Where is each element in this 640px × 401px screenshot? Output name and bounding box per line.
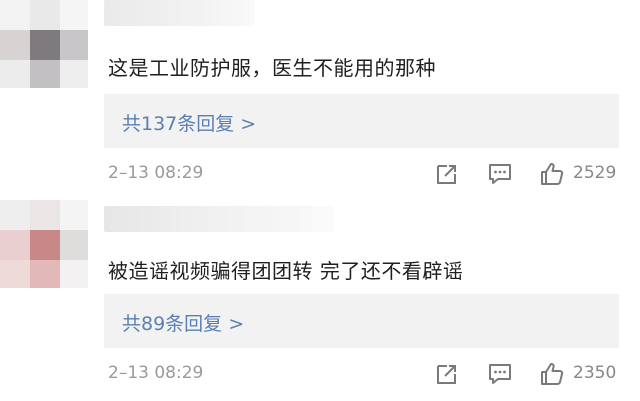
comment-text: 被造谣视频骗得团团转 完了还不看辟谣 [108, 259, 464, 283]
timestamp: 2–13 08:29 [108, 163, 204, 183]
like-count: 2350 [573, 363, 617, 383]
replies-panel[interactable]: 共89条回复 > [104, 294, 619, 348]
thumbs-up-icon[interactable] [539, 161, 565, 187]
view-replies-link[interactable]: 共89条回复 > [122, 309, 244, 336]
comment-item: 被造谣视频骗得团团转 完了还不看辟谣 共89条回复 > 2–13 08:29 2… [0, 200, 640, 400]
share-icon[interactable] [434, 361, 460, 387]
share-icon[interactable] [434, 161, 460, 187]
avatar[interactable] [0, 200, 88, 288]
comment-meta: 2–13 08:29 2529 [0, 155, 640, 195]
thumbs-up-icon[interactable] [539, 361, 565, 387]
username-blurred[interactable] [104, 206, 334, 232]
comment-text: 这是工业防护服，医生不能用的那种 [108, 56, 436, 80]
replies-panel[interactable]: 共137条回复 > [104, 94, 619, 148]
timestamp: 2–13 08:29 [108, 363, 204, 383]
view-replies-link[interactable]: 共137条回复 > [122, 109, 256, 136]
comment-item: 这是工业防护服，医生不能用的那种 共137条回复 > 2–13 08:29 25… [0, 0, 640, 200]
comment-icon[interactable] [487, 361, 513, 387]
comment-icon[interactable] [487, 161, 513, 187]
username-blurred[interactable] [104, 0, 254, 26]
avatar[interactable] [0, 0, 88, 88]
comment-meta: 2–13 08:29 2350 [0, 355, 640, 395]
like-count: 2529 [573, 163, 617, 183]
